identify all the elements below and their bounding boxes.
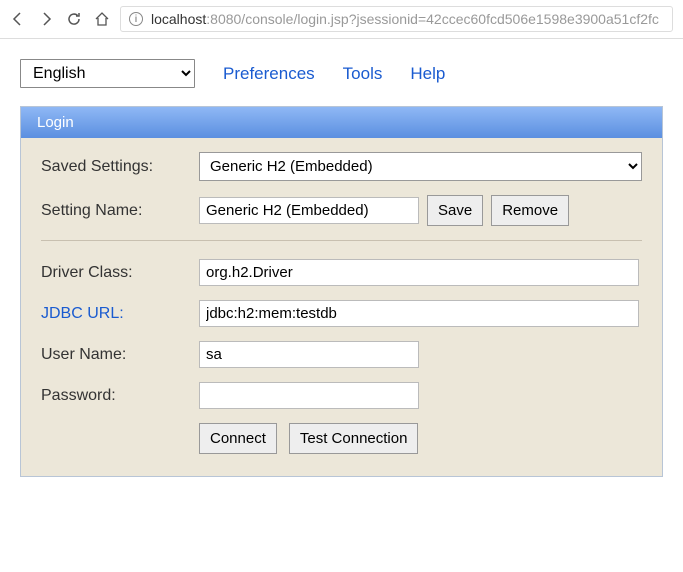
setting-name-input[interactable] <box>199 197 419 224</box>
setting-name-label: Setting Name: <box>41 202 191 220</box>
browser-toolbar: i localhost:8080/console/login.jsp?jsess… <box>0 0 683 39</box>
password-input[interactable] <box>199 382 419 409</box>
saved-settings-label: Saved Settings: <box>41 158 191 176</box>
jdbc-url-input[interactable] <box>199 300 639 327</box>
preferences-link[interactable]: Preferences <box>223 64 315 84</box>
connect-button[interactable]: Connect <box>199 423 277 454</box>
user-name-input[interactable] <box>199 341 419 368</box>
divider <box>41 240 642 241</box>
remove-button[interactable]: Remove <box>491 195 569 226</box>
save-button[interactable]: Save <box>427 195 483 226</box>
driver-class-input[interactable] <box>199 259 639 286</box>
url-path: :8080/console/login.jsp?jsessionid=42cce… <box>206 11 659 27</box>
language-select[interactable]: English <box>20 59 195 88</box>
url-host: localhost <box>151 11 206 27</box>
info-icon: i <box>129 12 143 26</box>
help-link[interactable]: Help <box>410 64 445 84</box>
forward-icon[interactable] <box>38 11 54 27</box>
address-bar[interactable]: i localhost:8080/console/login.jsp?jsess… <box>120 6 673 32</box>
test-connection-button[interactable]: Test Connection <box>289 423 419 454</box>
home-icon[interactable] <box>94 11 110 27</box>
saved-settings-select[interactable]: Generic H2 (Embedded) <box>199 152 642 181</box>
top-menu: English Preferences Tools Help <box>0 39 683 106</box>
back-icon[interactable] <box>10 11 26 27</box>
password-label: Password: <box>41 387 191 405</box>
login-panel: Login Saved Settings: Generic H2 (Embedd… <box>20 106 663 477</box>
jdbc-url-label[interactable]: JDBC URL: <box>41 305 191 323</box>
user-name-label: User Name: <box>41 346 191 364</box>
panel-title: Login <box>21 107 662 138</box>
tools-link[interactable]: Tools <box>343 64 383 84</box>
driver-class-label: Driver Class: <box>41 264 191 282</box>
reload-icon[interactable] <box>66 11 82 27</box>
